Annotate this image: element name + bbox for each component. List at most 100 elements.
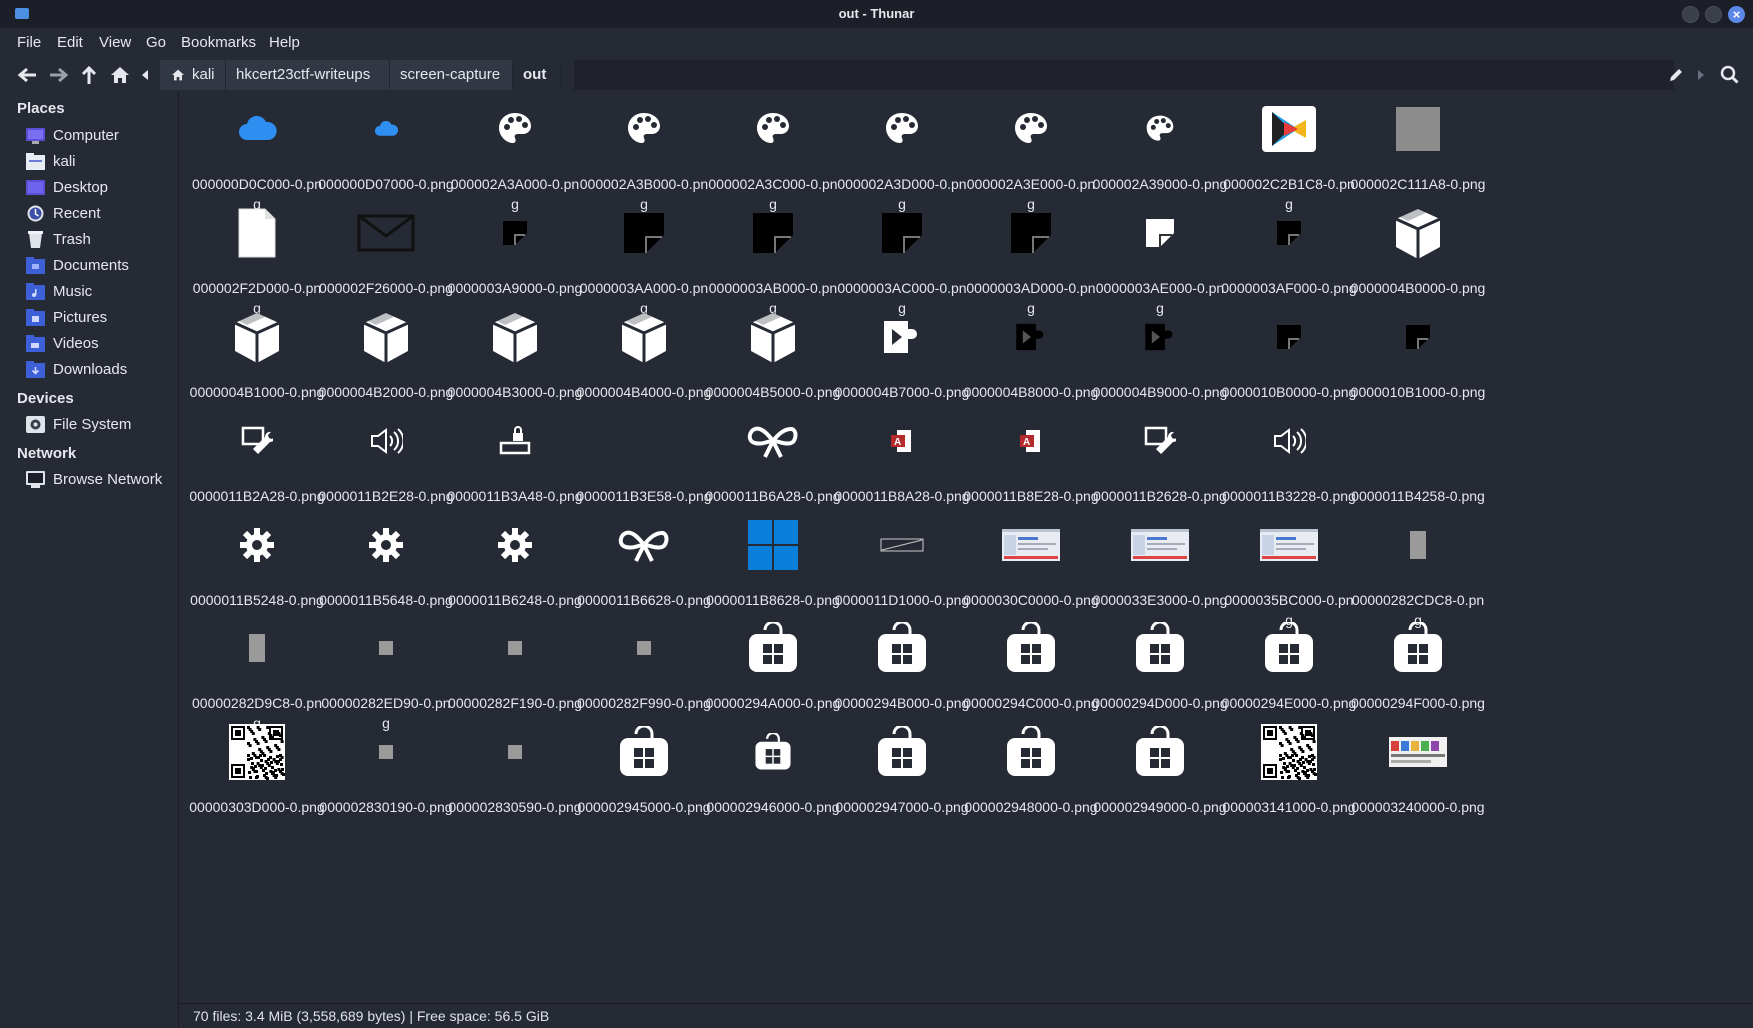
file-item[interactable]: 0000011B6248-0.png bbox=[445, 510, 585, 626]
palette-icon bbox=[703, 94, 843, 164]
file-item[interactable]: 000000D07000-0.png bbox=[316, 94, 456, 210]
file-item[interactable]: 00000294C000-0.png bbox=[961, 613, 1101, 729]
file-item[interactable]: 0000004B1000-0.png bbox=[187, 302, 327, 418]
menu-help[interactable]: Help bbox=[269, 34, 300, 51]
drive-icon bbox=[26, 416, 45, 433]
file-item[interactable]: 000002949000-0.png bbox=[1090, 717, 1230, 833]
file-item[interactable]: 00000282D9C8-0.png bbox=[187, 613, 327, 731]
file-item[interactable]: 000002C2B1C8-0.png bbox=[1219, 94, 1359, 212]
file-item[interactable]: 0000035BC000-0.png bbox=[1219, 510, 1359, 628]
file-item[interactable]: 0000004B3000-0.png bbox=[445, 302, 585, 418]
up-button[interactable] bbox=[77, 64, 101, 86]
file-item[interactable]: 0000030C0000-0.png bbox=[961, 510, 1101, 626]
file-item[interactable]: 000002830590-0.png bbox=[445, 717, 585, 833]
forward-button[interactable] bbox=[46, 64, 70, 86]
file-item[interactable]: 0000011D1000-0.png bbox=[832, 510, 972, 626]
file-item[interactable]: 0000011B3E58-0.png bbox=[574, 406, 714, 522]
file-item[interactable]: 0000011B4258-0.png bbox=[1348, 406, 1488, 522]
file-item[interactable]: A 0000011B8E28-0.png bbox=[961, 406, 1101, 522]
menu-bookmarks[interactable]: Bookmarks bbox=[181, 34, 256, 51]
search-button[interactable] bbox=[1718, 64, 1742, 86]
scroll-left-button[interactable] bbox=[138, 64, 152, 86]
file-item[interactable]: 0000003AF000-0.png bbox=[1219, 198, 1359, 314]
breadcrumb-out[interactable]: out bbox=[513, 60, 561, 90]
file-item[interactable]: 0000010B0000-0.png bbox=[1219, 302, 1359, 418]
file-item[interactable]: 00000303D000-0.png bbox=[187, 717, 327, 833]
file-item[interactable]: 0000003A9000-0.png bbox=[445, 198, 585, 314]
file-item[interactable]: 0000004B4000-0.png bbox=[574, 302, 714, 418]
file-item[interactable]: 0000004B7000-0.png bbox=[832, 302, 972, 418]
home-button[interactable] bbox=[108, 64, 132, 86]
menu-file[interactable]: File bbox=[17, 34, 41, 51]
breadcrumb-kali[interactable]: kali bbox=[160, 60, 226, 90]
file-item[interactable]: 0000011B2A28-0.png bbox=[187, 406, 327, 522]
close-button[interactable]: × bbox=[1728, 6, 1745, 23]
file-item[interactable]: 000002946000-0.png bbox=[703, 717, 843, 833]
file-item[interactable]: 0000011B2628-0.png bbox=[1090, 406, 1230, 522]
file-item[interactable]: 0000004B0000-0.png bbox=[1348, 198, 1488, 314]
file-item[interactable]: 000002C111A8-0.png bbox=[1348, 94, 1488, 210]
minimize-button[interactable] bbox=[1682, 6, 1699, 23]
back-button[interactable] bbox=[16, 64, 40, 86]
file-item[interactable]: 00000282CDC8-0.png bbox=[1348, 510, 1488, 628]
file-item[interactable]: 000002A3A000-0.png bbox=[445, 94, 585, 212]
file-item[interactable]: 000003240000-0.png bbox=[1348, 717, 1488, 833]
file-item[interactable]: 0000033E3000-0.png bbox=[1090, 510, 1230, 626]
file-item[interactable]: 000002A3C000-0.png bbox=[703, 94, 843, 212]
file-item[interactable]: 00000282ED90-0.png bbox=[316, 613, 456, 731]
file-item[interactable]: 00000294B000-0.png bbox=[832, 613, 972, 729]
file-item[interactable]: 000002A39000-0.png bbox=[1090, 94, 1230, 210]
file-item[interactable]: 0000003AC000-0.png bbox=[832, 198, 972, 316]
menu-go[interactable]: Go bbox=[146, 34, 166, 51]
file-item[interactable]: 0000011B5248-0.png bbox=[187, 510, 327, 626]
file-item[interactable]: 0000011B8628-0.png bbox=[703, 510, 843, 626]
file-item[interactable]: 000002947000-0.png bbox=[832, 717, 972, 833]
file-item[interactable]: 000002A3D000-0.png bbox=[832, 94, 972, 212]
file-name: 00000303D000-0.png bbox=[189, 799, 325, 815]
file-item[interactable]: 0000011B3228-0.png bbox=[1219, 406, 1359, 522]
file-item[interactable]: 000002948000-0.png bbox=[961, 717, 1101, 833]
screenshot-thumbnail-icon bbox=[1219, 510, 1359, 580]
file-item[interactable]: A 0000011B8A28-0.png bbox=[832, 406, 972, 522]
file-item[interactable]: 0000011B6628-0.png bbox=[574, 510, 714, 626]
file-item[interactable]: 0000004B9000-0.png bbox=[1090, 302, 1230, 418]
file-item[interactable]: 0000004B8000-0.png bbox=[961, 302, 1101, 418]
file-item[interactable]: 0000011B3A48-0.png bbox=[445, 406, 585, 522]
menu-edit[interactable]: Edit bbox=[57, 34, 83, 51]
file-icon-view[interactable]: 000000D0C000-0.png 000000D07000-0.png 0000… bbox=[179, 92, 1753, 1003]
palette-icon bbox=[574, 94, 714, 164]
file-item[interactable]: 000002F2D000-0.png bbox=[187, 198, 327, 316]
file-name: 0000011B2A28-0.png bbox=[189, 488, 325, 504]
location-entry-area[interactable] bbox=[574, 60, 1674, 90]
file-item[interactable]: 00000294E000-0.png bbox=[1219, 613, 1359, 729]
breadcrumb-hkcert23ctf-writeups[interactable]: hkcert23ctf-writeups bbox=[226, 60, 390, 90]
file-item[interactable]: 0000003AD000-0.png bbox=[961, 198, 1101, 316]
file-item[interactable]: 0000011B6A28-0.png bbox=[703, 406, 843, 522]
file-item[interactable]: 000002945000-0.png bbox=[574, 717, 714, 833]
access-app-icon: A bbox=[832, 406, 972, 476]
file-item[interactable]: 0000004B2000-0.png bbox=[316, 302, 456, 418]
breadcrumb-screen-capture[interactable]: screen-capture bbox=[390, 60, 513, 90]
edit-location-button[interactable] bbox=[1664, 64, 1688, 86]
file-item[interactable]: 00000282F190-0.png bbox=[445, 613, 585, 729]
file-item[interactable]: 00000282F990-0.png bbox=[574, 613, 714, 729]
file-item[interactable]: 0000011B2E28-0.png bbox=[316, 406, 456, 522]
file-item[interactable]: 000003141000-0.png bbox=[1219, 717, 1359, 833]
maximize-button[interactable] bbox=[1705, 6, 1722, 23]
file-item[interactable]: 0000003AE000-0.png bbox=[1090, 198, 1230, 316]
file-item[interactable]: 000002A3B000-0.png bbox=[574, 94, 714, 212]
file-item[interactable]: 0000003AA000-0.png bbox=[574, 198, 714, 316]
file-item[interactable]: 0000004B5000-0.png bbox=[703, 302, 843, 418]
menu-view[interactable]: View bbox=[99, 34, 131, 51]
file-item[interactable]: 00000294F000-0.png bbox=[1348, 613, 1488, 729]
file-item[interactable]: 0000011B5648-0.png bbox=[316, 510, 456, 626]
scroll-right-button[interactable] bbox=[1694, 64, 1708, 86]
file-item[interactable]: 0000003AB000-0.png bbox=[703, 198, 843, 316]
file-item[interactable]: 000002A3E000-0.png bbox=[961, 94, 1101, 212]
file-item[interactable]: 000002F26000-0.png bbox=[316, 198, 456, 314]
file-item[interactable]: 0000010B1000-0.png bbox=[1348, 302, 1488, 418]
file-item[interactable]: 000000D0C000-0.png bbox=[187, 94, 327, 212]
file-item[interactable]: 00000294A000-0.png bbox=[703, 613, 843, 729]
file-item[interactable]: 00000294D000-0.png bbox=[1090, 613, 1230, 729]
file-item[interactable]: 000002830190-0.png bbox=[316, 717, 456, 833]
